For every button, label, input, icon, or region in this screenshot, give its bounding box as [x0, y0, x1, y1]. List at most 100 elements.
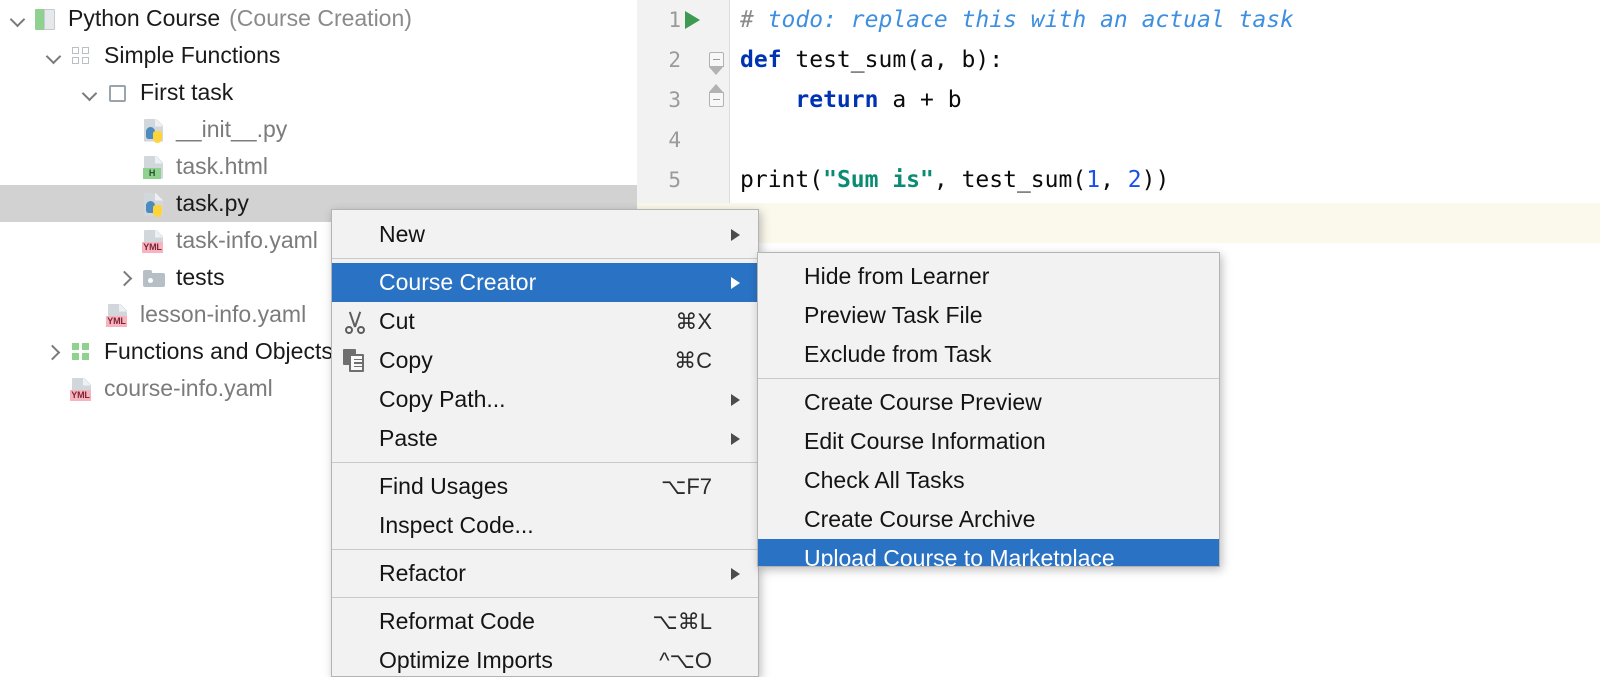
code-fold-end-marker[interactable] [709, 92, 724, 107]
menu-arrow-slot [728, 653, 744, 669]
context-menu-item-refactor[interactable]: Refactor [332, 554, 758, 593]
menu-item-icon-slot [338, 386, 372, 414]
menu-arrow-slot [728, 353, 744, 369]
menu-item-shortcut: ⌥⌘L [652, 609, 718, 635]
course-book-icon [32, 6, 62, 32]
context-menu-item-new[interactable]: New [332, 215, 758, 254]
submenu-item-upload-course-to-marketplace[interactable]: Upload Course to Marketplace [758, 539, 1219, 567]
html-file-icon: H [140, 154, 170, 180]
tree-row[interactable]: __init__.py [0, 111, 637, 148]
menu-item-label: Create Course Archive [804, 506, 1205, 533]
menu-separator [332, 597, 758, 598]
course-creator-submenu[interactable]: Hide from Learner Preview Task File Exclud… [757, 252, 1220, 567]
code-token: # [740, 7, 768, 33]
chevron-down-icon[interactable] [6, 6, 32, 32]
tree-item-label: Functions and Objects [104, 338, 333, 365]
tree-row[interactable]: Htask.html [0, 148, 637, 185]
code-token: 2 [1128, 167, 1142, 193]
tree-row[interactable]: First task [0, 74, 637, 111]
menu-arrow-slot [728, 314, 744, 330]
chevron-down-icon[interactable] [42, 43, 68, 69]
submenu-item-preview-task-file[interactable]: Preview Task File [758, 296, 1219, 335]
menu-item-label: Inspect Code... [372, 512, 718, 539]
code-token: 1 [1086, 167, 1100, 193]
tree-twisty-spacer [114, 228, 140, 254]
menu-item-shortcut: ^⌥O [659, 648, 718, 674]
context-menu-item-copy[interactable]: Copy⌘C [332, 341, 758, 380]
tree-row[interactable]: Python Course(Course Creation) [0, 0, 637, 37]
cut-icon [338, 308, 372, 336]
chevron-right-icon[interactable] [114, 265, 140, 291]
menu-arrow-slot [728, 518, 744, 534]
menu-item-label: New [372, 221, 718, 248]
code-token: "Sum is" [823, 167, 934, 193]
lesson-grid-icon [68, 43, 98, 69]
context-menu-item-find-usages[interactable]: Find Usages⌥F7 [332, 467, 758, 506]
context-menu-item-optimize-imports[interactable]: Optimize Imports^⌥O [332, 641, 758, 677]
code-token: , test_sum( [934, 167, 1086, 193]
submenu-item-hide-from-learner[interactable]: Hide from Learner [758, 257, 1219, 296]
menu-item-label: Refactor [372, 560, 718, 587]
submenu-item-edit-course-information[interactable]: Edit Course Information [758, 422, 1219, 461]
submenu-arrow-icon [728, 227, 744, 243]
code-token: a + b [892, 87, 961, 113]
run-gutter-icon[interactable] [685, 11, 700, 29]
gutter-line-number: 1 [637, 0, 681, 40]
submenu-arrow-icon [728, 275, 744, 291]
menu-item-label: Check All Tasks [804, 467, 1205, 494]
context-menu-item-inspect-code[interactable]: Inspect Code... [332, 506, 758, 545]
menu-arrow-slot [728, 614, 744, 630]
menu-item-label: Cut [372, 308, 675, 335]
tree-twisty-spacer [114, 154, 140, 180]
code-fold-toggle[interactable] [709, 52, 724, 67]
menu-item-label: Copy Path... [372, 386, 718, 413]
menu-item-label: Paste [372, 425, 718, 452]
menu-separator [758, 378, 1219, 379]
gutter-line-number: 3 [637, 80, 681, 120]
menu-item-label: Hide from Learner [804, 263, 1205, 290]
submenu-item-exclude-from-task[interactable]: Exclude from Task [758, 335, 1219, 374]
tree-item-label: tests [176, 264, 225, 291]
menu-item-shortcut: ⌥F7 [661, 474, 718, 500]
tree-item-label: task.py [176, 190, 249, 217]
yaml-file-icon: YML [68, 376, 98, 402]
gutter-line-number: 4 [637, 120, 681, 160]
menu-item-label: Upload Course to Marketplace [804, 545, 1205, 567]
tree-item-suffix: (Course Creation) [229, 5, 412, 32]
tree-item-label: Simple Functions [104, 42, 280, 69]
context-menu-item-cut[interactable]: Cut⌘X [332, 302, 758, 341]
menu-item-label: Exclude from Task [804, 341, 1205, 368]
submenu-item-create-course-archive[interactable]: Create Course Archive [758, 500, 1219, 539]
chevron-down-icon[interactable] [78, 80, 104, 106]
tree-twisty-spacer [78, 302, 104, 328]
context-menu-item-course-creator[interactable]: Course Creator [332, 263, 758, 302]
gutter-line-number: 2 [637, 40, 681, 80]
chevron-right-icon[interactable] [42, 339, 68, 365]
tree-row[interactable]: Simple Functions [0, 37, 637, 74]
submenu-item-create-course-preview[interactable]: Create Course Preview [758, 383, 1219, 422]
menu-item-icon-slot [338, 560, 372, 588]
code-token: todo: replace this with an actual task [768, 7, 1294, 33]
menu-item-label: Find Usages [372, 473, 661, 500]
context-menu-item-reformat-code[interactable]: Reformat Code⌥⌘L [332, 602, 758, 641]
tree-item-label: task.html [176, 153, 268, 180]
context-menu-item-copy-path[interactable]: Copy Path... [332, 380, 758, 419]
code-token: , [1100, 167, 1128, 193]
menu-item-label: Preview Task File [804, 302, 1205, 329]
menu-item-icon-slot [338, 473, 372, 501]
code-token: def [740, 47, 795, 73]
caret-line-highlight [637, 203, 1600, 243]
code-line: def test_sum(a, b): [740, 40, 1003, 80]
submenu-arrow-icon [728, 566, 744, 582]
tree-item-label: lesson-info.yaml [140, 301, 306, 328]
context-menu-item-paste[interactable]: Paste [332, 419, 758, 458]
tree-twisty-spacer [42, 376, 68, 402]
menu-item-icon-slot [338, 512, 372, 540]
task-square-icon [104, 80, 134, 106]
code-token: return [795, 87, 892, 113]
menu-item-icon-slot [338, 221, 372, 249]
submenu-arrow-icon [728, 431, 744, 447]
submenu-item-check-all-tasks[interactable]: Check All Tasks [758, 461, 1219, 500]
yaml-file-icon: YML [104, 302, 134, 328]
context-menu[interactable]: New Course CreatorCut⌘XCopy⌘C Copy Path...… [331, 209, 759, 677]
